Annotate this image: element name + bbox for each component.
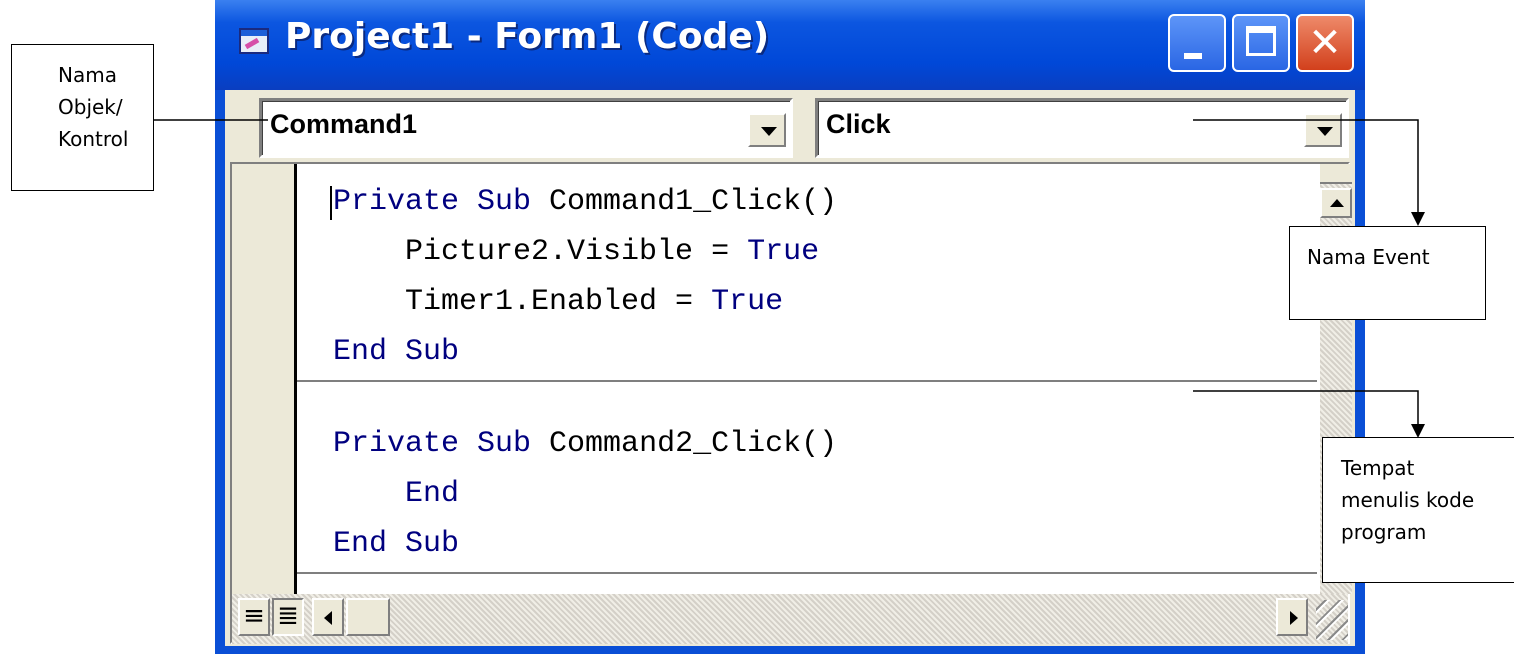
arrow-left-icon (324, 611, 332, 625)
arrow-right-icon (1290, 611, 1298, 625)
horizontal-scrollbar-area: ≡ ≣ (232, 594, 1348, 644)
callout-code-area: Tempat menulis kode program (1322, 437, 1514, 583)
event-dropdown[interactable]: Click (815, 98, 1349, 158)
callout-event-name: Nama Event (1289, 226, 1486, 320)
code-line[interactable]: End Sub (333, 334, 459, 370)
arrow-up-icon (1330, 199, 1344, 207)
window-title: Project1 - Form1 (Code) (285, 16, 770, 57)
chevron-down-icon (1317, 127, 1333, 136)
code-editor[interactable]: Private Sub Command1_Click() Picture2.Vi… (294, 164, 1320, 594)
object-dropdown-button[interactable] (748, 113, 786, 147)
text-caret (330, 186, 332, 220)
minimize-button[interactable] (1168, 14, 1226, 72)
maximize-button[interactable] (1232, 14, 1290, 72)
scroll-left-button[interactable] (312, 598, 344, 636)
split-bar[interactable] (1320, 164, 1352, 184)
object-dropdown-value: Command1 (270, 109, 418, 139)
minimize-icon (1184, 53, 1202, 59)
code-line[interactable]: Private Sub Command2_Click() (333, 426, 837, 462)
object-dropdown[interactable]: Command1 (259, 98, 793, 158)
arrowhead-event (1411, 212, 1425, 226)
horizontal-scroll-thumb[interactable] (346, 598, 390, 636)
code-line[interactable]: Timer1.Enabled = True (333, 284, 783, 320)
scroll-right-button[interactable] (1276, 598, 1308, 636)
close-icon: ✕ (1308, 20, 1342, 66)
arrowhead-code (1411, 424, 1425, 438)
event-dropdown-value: Click (826, 109, 891, 139)
editor-frame: Private Sub Command1_Click() Picture2.Vi… (230, 162, 1352, 644)
procedure-separator (297, 572, 1317, 574)
title-bar[interactable]: Project1 - Form1 (Code) ✕ (215, 0, 1365, 90)
callout-object-name: Nama Objek/ Kontrol (11, 44, 154, 191)
procedure-separator (297, 380, 1317, 382)
event-dropdown-button[interactable] (1304, 113, 1342, 147)
full-module-view-button[interactable]: ≣ (272, 598, 304, 636)
app-icon[interactable] (239, 28, 269, 54)
scroll-up-button[interactable] (1320, 188, 1352, 218)
close-button[interactable]: ✕ (1296, 14, 1354, 72)
code-window: Project1 - Form1 (Code) ✕ Command1 Click (215, 0, 1365, 654)
client-area: Command1 Click Private Sub Command1_Clic… (225, 90, 1355, 646)
code-line[interactable]: End Sub (333, 526, 459, 562)
code-line[interactable]: Private Sub Command1_Click() (333, 184, 837, 220)
chevron-down-icon (761, 127, 777, 136)
code-line[interactable]: End (333, 476, 459, 512)
resize-grip-icon[interactable] (1316, 600, 1348, 640)
code-line[interactable]: Picture2.Visible = True (333, 234, 819, 270)
maximize-icon (1246, 26, 1276, 56)
procedure-view-button[interactable]: ≡ (238, 598, 270, 636)
margin-indicator-bar[interactable] (232, 164, 292, 594)
